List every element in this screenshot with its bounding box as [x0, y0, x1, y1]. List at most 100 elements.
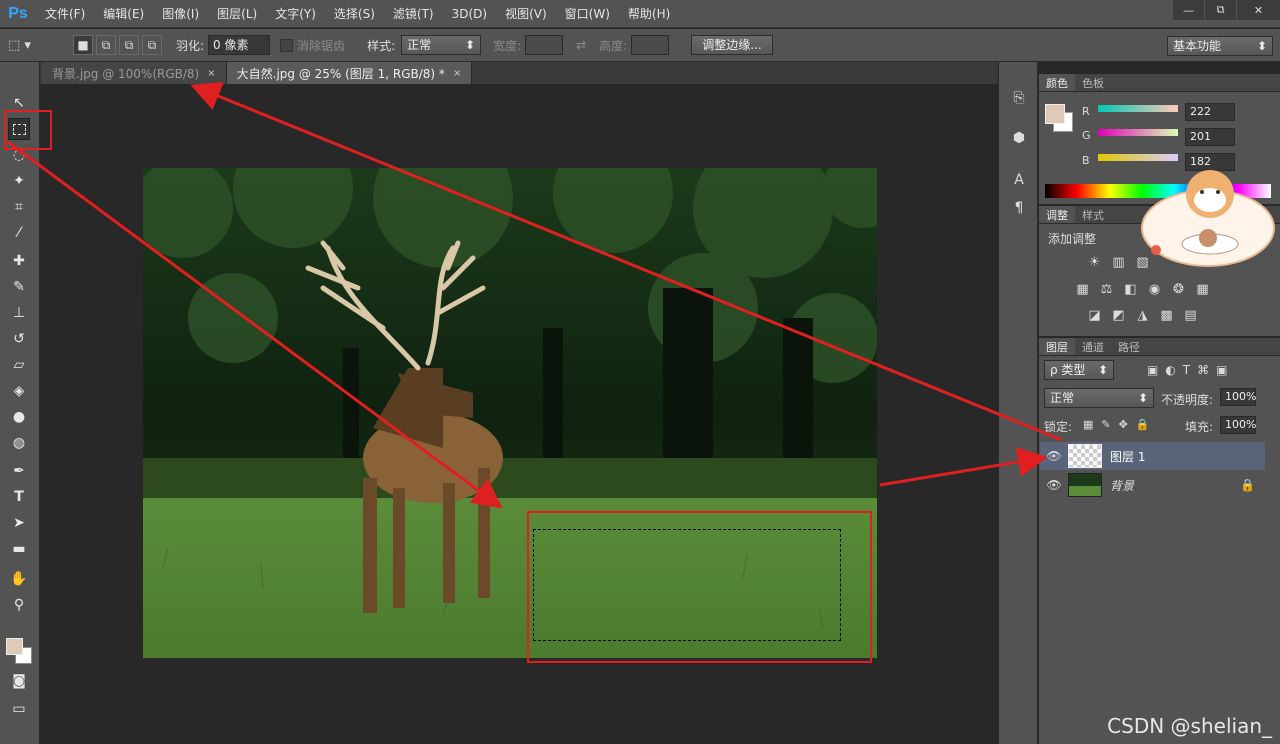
brightness-icon[interactable]: ☀: [1087, 255, 1102, 270]
menu-help[interactable]: 帮助(H): [619, 0, 679, 28]
annotation-box: [527, 511, 872, 663]
character-icon[interactable]: A: [1009, 170, 1029, 190]
feather-input[interactable]: 0 像素: [208, 35, 271, 55]
g-input[interactable]: 201: [1185, 128, 1235, 146]
stamp-tool-icon[interactable]: ⊥: [8, 302, 30, 324]
g-slider[interactable]: [1098, 129, 1178, 136]
width-input[interactable]: [525, 35, 564, 55]
blend-mode-select[interactable]: 正常 ⬍: [1044, 388, 1154, 408]
ps-logo: Ps: [8, 4, 28, 22]
photo-filter-icon[interactable]: ◉: [1147, 282, 1162, 297]
b-slider[interactable]: [1098, 154, 1178, 161]
menu-file[interactable]: 文件(F): [36, 0, 94, 28]
eyedropper-icon[interactable]: ⁄: [8, 222, 30, 244]
menu-image[interactable]: 图像(I): [153, 0, 208, 28]
menu-select[interactable]: 选择(S): [325, 0, 384, 28]
brush-tool-icon[interactable]: ✎: [8, 276, 30, 298]
tab-swatches[interactable]: 色板: [1075, 74, 1111, 91]
workspace-select[interactable]: 基本功能 ⬍: [1167, 36, 1273, 56]
gradient-map-icon[interactable]: ▤: [1183, 308, 1198, 323]
pen-tool-icon[interactable]: ✒: [8, 460, 30, 482]
levels-icon[interactable]: ▥: [1111, 255, 1126, 270]
close-icon[interactable]: ×: [207, 68, 215, 79]
layer-name[interactable]: 背景: [1110, 477, 1134, 494]
antialias-checkbox[interactable]: [280, 38, 294, 52]
refine-edge-button[interactable]: 调整边缘...: [691, 35, 773, 55]
minimize-button[interactable]: —: [1172, 0, 1204, 20]
eye-icon[interactable]: 👁: [1040, 449, 1068, 463]
window-controls: — ⧉ ✕: [1172, 0, 1280, 20]
zoom-tool-icon[interactable]: ⚲: [8, 594, 30, 616]
selective-color-icon[interactable]: ▩: [1159, 308, 1174, 323]
add-selection-icon[interactable]: ⧉: [96, 35, 116, 55]
fill-input[interactable]: 100%: [1220, 416, 1256, 434]
foreground-color-swatch[interactable]: [6, 638, 23, 655]
r-input[interactable]: 222: [1185, 103, 1235, 121]
layer-row-background[interactable]: 👁 背景 🔒: [1040, 471, 1265, 499]
eye-icon[interactable]: 👁: [1040, 478, 1068, 492]
mixer-icon[interactable]: ❂: [1171, 282, 1186, 297]
layer-name[interactable]: 图层 1: [1110, 448, 1145, 465]
style-select[interactable]: 正常 ⬍: [401, 35, 482, 55]
tab-styles[interactable]: 样式: [1075, 206, 1111, 223]
shape-tool-icon[interactable]: ▬: [8, 538, 30, 560]
fg-swatch[interactable]: [1045, 104, 1065, 124]
eraser-tool-icon[interactable]: ▱: [8, 354, 30, 376]
layer-row-layer1[interactable]: 👁 图层 1: [1040, 442, 1265, 470]
screen-mode-icon[interactable]: ▭: [8, 698, 30, 720]
height-label: 高度:: [599, 38, 628, 53]
menu-type[interactable]: 文字(Y): [266, 0, 325, 28]
menu-layer[interactable]: 图层(L): [208, 0, 266, 28]
hue-icon[interactable]: ▦: [1075, 282, 1090, 297]
tab-channels[interactable]: 通道: [1075, 338, 1111, 355]
close-icon[interactable]: ×: [453, 68, 461, 79]
filter-icons[interactable]: ▣◐T⌘▣: [1147, 363, 1234, 377]
path-select-icon[interactable]: ➤: [8, 512, 30, 534]
paragraph-icon[interactable]: ¶: [1009, 198, 1029, 218]
menu-window[interactable]: 窗口(W): [556, 0, 619, 28]
height-input[interactable]: [631, 35, 670, 55]
hand-tool-icon[interactable]: ✋: [8, 568, 30, 590]
3d-icon[interactable]: ⬢: [1009, 128, 1029, 148]
r-slider[interactable]: [1098, 105, 1178, 112]
tab-background[interactable]: 背景.jpg @ 100%(RGB/8) ×: [42, 62, 227, 84]
tab-color[interactable]: 颜色: [1039, 74, 1075, 91]
tab-nature[interactable]: 大自然.jpg @ 25% (图层 1, RGB/8) * ×: [226, 62, 473, 84]
bw-icon[interactable]: ◧: [1123, 282, 1138, 297]
history-brush-icon[interactable]: ↺: [8, 328, 30, 350]
history-icon[interactable]: ⎘: [1009, 88, 1029, 108]
menu-view[interactable]: 视图(V): [496, 0, 556, 28]
menu-edit[interactable]: 编辑(E): [94, 0, 153, 28]
quick-mask-icon[interactable]: ◙: [8, 670, 30, 692]
layer-filter-select[interactable]: ρ 类型 ⬍: [1044, 360, 1114, 380]
swap-icon[interactable]: ⇄: [563, 38, 599, 52]
tab-adjustments[interactable]: 调整: [1039, 206, 1075, 223]
chevron-down-icon: ⬍: [1097, 363, 1108, 377]
menu-3d[interactable]: 3D(D): [443, 0, 496, 28]
close-button[interactable]: ✕: [1236, 0, 1280, 20]
menu-filter[interactable]: 滤镜(T): [384, 0, 443, 28]
lock-icons[interactable]: ▦✎✥🔒: [1083, 418, 1158, 431]
dodge-tool-icon[interactable]: ◍: [8, 432, 30, 454]
posterize-icon[interactable]: ◩: [1111, 308, 1126, 323]
color-panel-tabs: 颜色 色板: [1039, 74, 1280, 92]
tab-paths[interactable]: 路径: [1111, 338, 1147, 355]
balance-icon[interactable]: ⚖: [1099, 282, 1114, 297]
restore-button[interactable]: ⧉: [1204, 0, 1236, 20]
healing-brush-icon[interactable]: ✚: [8, 250, 30, 272]
new-selection-icon[interactable]: ■: [73, 35, 93, 55]
opacity-input[interactable]: 100%: [1220, 388, 1256, 406]
magic-wand-icon[interactable]: ✦: [8, 170, 30, 192]
threshold-icon[interactable]: ◮: [1135, 308, 1150, 323]
invert-icon[interactable]: ◪: [1087, 308, 1102, 323]
tab-layers[interactable]: 图层: [1039, 338, 1075, 355]
subtract-selection-icon[interactable]: ⧉: [119, 35, 139, 55]
tab-label: 大自然.jpg @ 25% (图层 1, RGB/8) *: [236, 66, 445, 81]
blur-tool-icon[interactable]: ●: [8, 406, 30, 428]
tool-preset-icon[interactable]: ⬚ ▾: [8, 38, 42, 53]
crop-tool-icon[interactable]: ⌗: [8, 196, 30, 218]
bucket-tool-icon[interactable]: ◈: [8, 380, 30, 402]
type-tool-icon[interactable]: T: [8, 486, 30, 508]
lookup-icon[interactable]: ▦: [1195, 282, 1210, 297]
intersect-selection-icon[interactable]: ⧉: [142, 35, 162, 55]
